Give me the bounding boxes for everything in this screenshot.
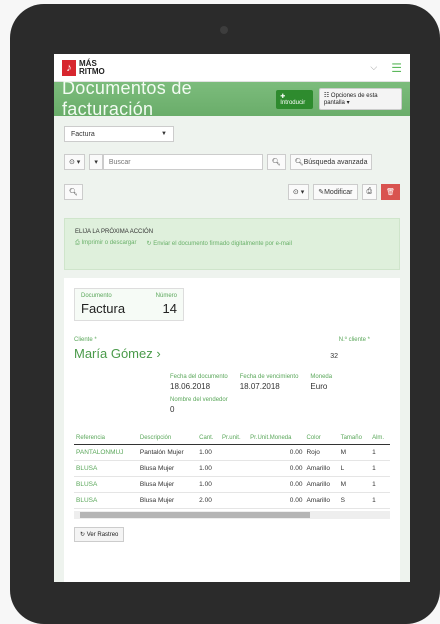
app-logo[interactable]: MÁS RITMO xyxy=(79,59,105,76)
tablet-frame: ♪ MÁS RITMO ⌵ ☰ Documentos de facturació… xyxy=(10,4,440,624)
search-icon[interactable]: 🔍︎ xyxy=(266,154,286,170)
horizontal-scrollbar[interactable] xyxy=(74,511,390,519)
print-download-link[interactable]: ⎙ Imprimir o descargar xyxy=(75,240,136,247)
table-row[interactable]: BLUSA Blusa Mujer 1.00 0.00 Amarillo L 1 xyxy=(74,460,390,477)
table-row[interactable]: BLUSA Blusa Mujer 2.00 0.00 Amarillo S 1 xyxy=(74,492,390,509)
app-screen: ♪ MÁS RITMO ⌵ ☰ Documentos de facturació… xyxy=(54,54,410,582)
music-note-icon: ♪ xyxy=(62,59,76,76)
print-icon[interactable]: ⎙ xyxy=(361,184,378,200)
status-toggle-button[interactable]: ⊙ ▾ xyxy=(287,184,310,200)
zoom-icon[interactable]: 🔍︎ xyxy=(64,184,83,200)
page-header: Documentos de facturación ✚ Introducir ☷… xyxy=(54,78,410,119)
document-type-select[interactable]: Factura ▼ xyxy=(64,126,174,142)
document-card: Documento Número Factura 14 Cliente * N.… xyxy=(64,278,400,582)
ver-rastreo-button[interactable]: ↻ Ver Rastreo xyxy=(74,527,125,542)
next-action-title: ELIJA LA PRÓXIMA ACCIÓN xyxy=(75,229,154,235)
main-content: Factura ▼ ⊙ ▾ ▾ 🔍︎ 🔍︎ Búsqueda avanzada … xyxy=(54,116,410,582)
document-type-value: Factura xyxy=(81,301,126,316)
advanced-search-button[interactable]: 🔍︎ Búsqueda avanzada xyxy=(289,154,373,170)
camera-dot xyxy=(220,26,228,34)
introducir-button[interactable]: ✚ Introducir xyxy=(276,89,313,109)
delete-icon[interactable]: 🗑︎ xyxy=(381,184,400,200)
search-row: ⊙ ▾ ▾ 🔍︎ 🔍︎ Búsqueda avanzada xyxy=(64,154,400,170)
document-date: 18.06.2018 xyxy=(170,382,211,391)
document-number-value: 14 xyxy=(162,301,177,316)
filter-toggle-button[interactable]: ⊙ ▾ xyxy=(64,154,86,170)
table-row[interactable]: BLUSA Blusa Mujer 1.00 0.00 Amarillo M 1 xyxy=(74,476,390,493)
search-scope-button[interactable]: ▾ xyxy=(89,154,103,170)
send-email-link[interactable]: ↻ Enviar el documento firmado digitalmen… xyxy=(146,240,291,247)
menu-icon[interactable]: ☰ xyxy=(391,61,402,75)
due-date: 18.07.2018 xyxy=(239,382,280,391)
seller-name: 0 xyxy=(170,405,175,414)
caret-down-icon: ▼ xyxy=(161,131,167,137)
page-title: Documentos de facturación xyxy=(62,78,192,119)
chevron-down-icon[interactable]: ⌵ xyxy=(370,62,377,73)
document-summary: Documento Número Factura 14 xyxy=(74,288,184,321)
currency: Euro xyxy=(310,382,328,391)
lines-table: Referencia Descripción Cant. Pr.unit. Pr… xyxy=(74,432,390,509)
screen-options-button[interactable]: ☷ Opciones de esta pantalla ▾ xyxy=(318,88,402,110)
search-input[interactable] xyxy=(102,154,263,170)
next-action-panel: ELIJA LA PRÓXIMA ACCIÓN ⎙ Imprimir o des… xyxy=(64,218,400,270)
modificar-button[interactable]: ✎ Modificar xyxy=(313,184,358,200)
table-row[interactable]: PANTALONMUJ Pantalón Mujer 1.00 0.00 Roj… xyxy=(74,444,390,461)
scrollbar-thumb[interactable] xyxy=(80,512,310,518)
toolbar: 🔍︎ ⊙ ▾ ✎ Modificar ⎙ 🗑︎ xyxy=(64,184,400,200)
